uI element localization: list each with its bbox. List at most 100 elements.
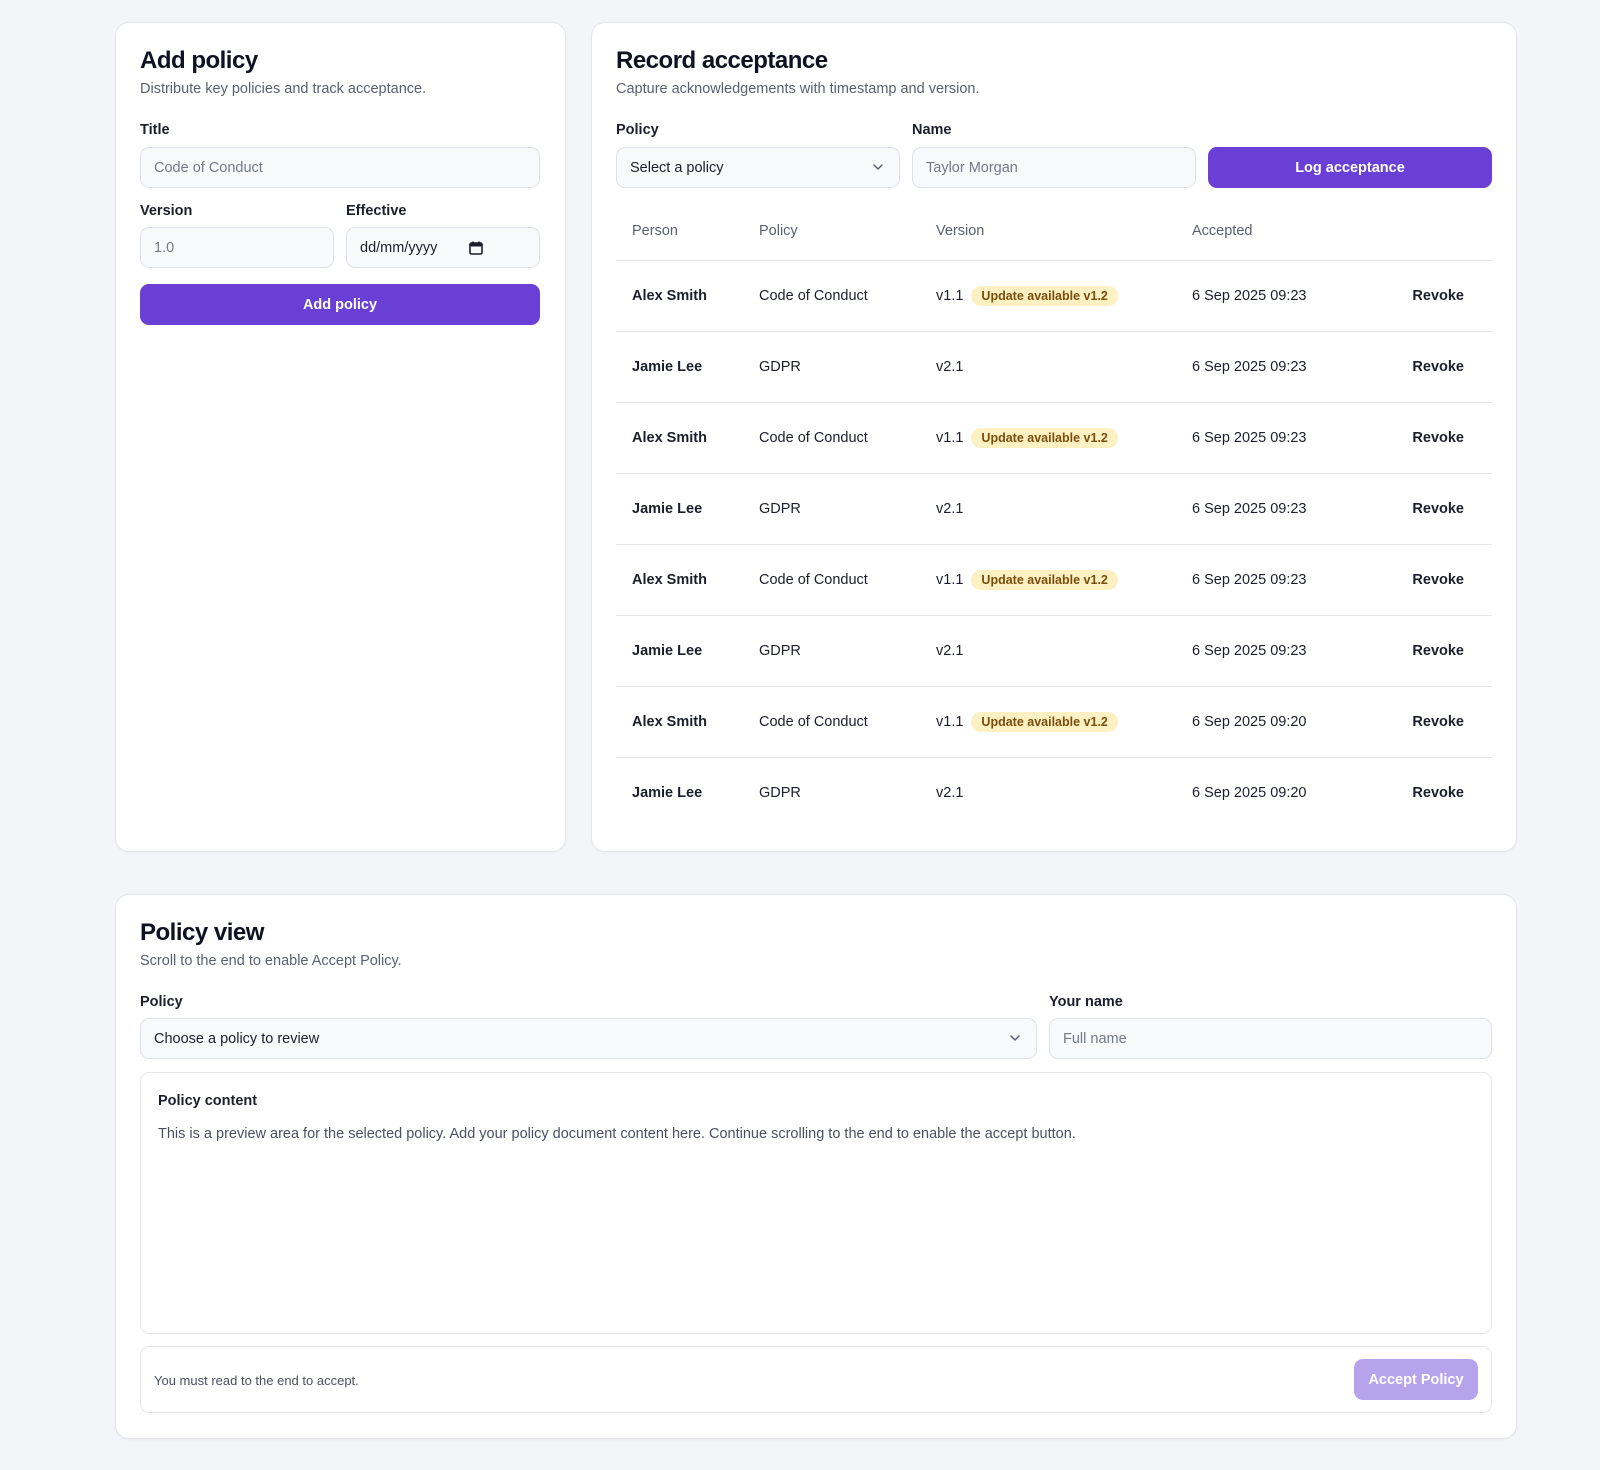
your-name-placeholder: Full name xyxy=(1063,1030,1127,1047)
record-acceptance-card: Record acceptance Capture acknowledgemen… xyxy=(591,22,1517,852)
effective-date-input[interactable]: dd/mm/yyyy xyxy=(346,227,540,268)
row-version: v2.1 xyxy=(936,500,964,517)
revoke-button[interactable]: Revoke xyxy=(1362,615,1492,687)
acceptance-name-placeholder: Taylor Morgan xyxy=(926,159,1018,176)
row-version: v1.1 xyxy=(936,571,964,588)
row-version-cell: v1.1 Update available v1.2 xyxy=(920,260,1176,332)
policy-content-heading: Policy content xyxy=(158,1093,258,1109)
row-accepted: 6 Sep 2025 09:23 xyxy=(1176,402,1362,474)
row-accepted: 6 Sep 2025 09:23 xyxy=(1176,615,1362,687)
column-policy: Policy xyxy=(743,203,920,261)
table-row: Alex Smith Code of Conduct v1.1 Update av… xyxy=(616,260,1492,332)
table-row: Alex Smith Code of Conduct v1.1 Update av… xyxy=(616,686,1492,758)
table-row: Jamie Lee GDPR v2.1 6 Sep 2025 09:20 Rev… xyxy=(616,757,1492,828)
row-policy: Code of Conduct xyxy=(743,686,920,758)
policy-content-scroll-area[interactable]: Policy content This is a preview area fo… xyxy=(140,1072,1492,1334)
review-policy-select[interactable]: Choose a policy to review xyxy=(140,1018,1037,1059)
row-person: Jamie Lee xyxy=(616,331,743,403)
row-version: v1.1 xyxy=(936,713,964,730)
accept-footer: You must read to the end to accept. Acce… xyxy=(140,1346,1492,1413)
row-version-cell: v1.1 Update available v1.2 xyxy=(920,686,1176,758)
revoke-button[interactable]: Revoke xyxy=(1362,686,1492,758)
row-version: v2.1 xyxy=(936,642,964,659)
chevron-down-icon xyxy=(873,164,883,170)
your-name-input[interactable]: Full name xyxy=(1049,1018,1492,1059)
row-person: Alex Smith xyxy=(616,686,743,758)
row-accepted: 6 Sep 2025 09:23 xyxy=(1176,260,1362,332)
version-label: Version xyxy=(140,203,193,219)
row-version: v2.1 xyxy=(936,784,964,801)
table-row: Alex Smith Code of Conduct v1.1 Update av… xyxy=(616,402,1492,474)
row-person: Jamie Lee xyxy=(632,784,703,801)
review-policy-label: Policy xyxy=(140,994,183,1010)
add-policy-subtitle: Distribute key policies and track accept… xyxy=(140,81,427,97)
row-policy: Code of Conduct xyxy=(743,402,920,474)
policy-view-subtitle: Scroll to the end to enable Accept Polic… xyxy=(140,953,402,969)
accept-policy-button[interactable]: Accept Policy xyxy=(1354,1359,1478,1400)
table-row: Jamie Lee GDPR v2.1 6 Sep 2025 09:23 Rev… xyxy=(616,615,1492,687)
row-policy: GDPR xyxy=(743,615,920,687)
revoke-button[interactable]: Revoke xyxy=(1362,473,1492,545)
row-policy: Code of Conduct xyxy=(743,544,920,616)
row-policy: GDPR xyxy=(743,473,920,545)
add-policy-title: Add policy xyxy=(140,47,258,74)
row-version: v2.1 xyxy=(936,358,964,375)
add-policy-button[interactable]: Add policy xyxy=(140,284,540,325)
your-name-label: Your name xyxy=(1049,994,1123,1010)
row-accepted: 6 Sep 2025 09:23 xyxy=(1176,473,1362,545)
effective-label: Effective xyxy=(346,203,407,219)
revoke-button[interactable]: Revoke xyxy=(1362,757,1492,828)
acceptance-policy-label: Policy xyxy=(616,122,659,138)
acceptance-table-header: Person Policy Version Accepted xyxy=(616,203,1492,261)
acceptance-name-label: Name xyxy=(912,122,952,138)
review-policy-selected: Choose a policy to review xyxy=(154,1030,320,1047)
effective-date-placeholder: dd/mm/yyyy xyxy=(360,239,438,256)
table-row: Jamie Lee GDPR v2.1 6 Sep 2025 09:23 Rev… xyxy=(616,331,1492,403)
row-version-cell: v1.1 Update available v1.2 xyxy=(920,544,1176,616)
accept-hint: You must read to the end to accept. xyxy=(154,1373,359,1388)
acceptance-policy-selected: Select a policy xyxy=(630,159,724,176)
row-version-cell: v2.1 xyxy=(920,473,1176,545)
row-accepted: 6 Sep 2025 09:20 xyxy=(1176,686,1362,758)
revoke-button[interactable]: Revoke xyxy=(1362,544,1492,616)
chevron-down-icon xyxy=(1010,1035,1020,1041)
table-row: Jamie Lee GDPR v2.1 6 Sep 2025 09:23 Rev… xyxy=(616,473,1492,545)
row-version-cell: v2.1 xyxy=(920,615,1176,687)
column-person: Person xyxy=(616,203,743,261)
policy-view-card: Policy view Scroll to the end to enable … xyxy=(115,894,1517,1439)
column-version: Version xyxy=(920,203,1176,261)
update-available-badge: Update available v1.2 xyxy=(971,427,1118,448)
row-policy: GDPR xyxy=(743,331,920,403)
row-version: v1.1 xyxy=(936,287,964,304)
update-available-badge: Update available v1.2 xyxy=(971,285,1118,306)
acceptance-name-input[interactable]: Taylor Morgan xyxy=(912,147,1196,188)
column-accepted: Accepted xyxy=(1176,203,1362,261)
acceptance-policy-select[interactable]: Select a policy xyxy=(616,147,900,188)
row-version-cell: v2.1 xyxy=(920,757,1176,828)
revoke-button[interactable]: Revoke xyxy=(1362,260,1492,332)
revoke-button[interactable]: Revoke xyxy=(1362,402,1492,474)
log-acceptance-button[interactable]: Log acceptance xyxy=(1208,147,1492,188)
row-person: Jamie Lee xyxy=(616,615,743,687)
policy-title-placeholder: Code of Conduct xyxy=(154,159,263,176)
record-acceptance-title: Record acceptance xyxy=(616,47,828,74)
acceptance-table: Person Policy Version Accepted Alex Smit… xyxy=(616,203,1492,828)
update-available-badge: Update available v1.2 xyxy=(971,711,1118,732)
policy-view-title: Policy view xyxy=(140,919,264,946)
row-policy: Code of Conduct xyxy=(743,260,920,332)
row-version: v1.1 xyxy=(936,429,964,446)
update-available-badge: Update available v1.2 xyxy=(971,569,1118,590)
calendar-icon[interactable] xyxy=(469,241,483,255)
row-accepted: 6 Sep 2025 09:23 xyxy=(1176,331,1362,403)
revoke-button[interactable]: Revoke xyxy=(1362,331,1492,403)
row-accepted: 6 Sep 2025 09:20 xyxy=(1192,784,1307,801)
policy-version-input[interactable]: 1.0 xyxy=(140,227,334,268)
row-person: Alex Smith xyxy=(616,544,743,616)
table-row: Alex Smith Code of Conduct v1.1 Update av… xyxy=(616,544,1492,616)
title-label: Title xyxy=(140,122,170,138)
row-accepted: 6 Sep 2025 09:23 xyxy=(1176,544,1362,616)
record-acceptance-subtitle: Capture acknowledgements with timestamp … xyxy=(616,81,980,97)
policy-title-input[interactable]: Code of Conduct xyxy=(140,147,540,188)
row-person: Alex Smith xyxy=(616,260,743,332)
row-policy: GDPR xyxy=(759,784,801,801)
